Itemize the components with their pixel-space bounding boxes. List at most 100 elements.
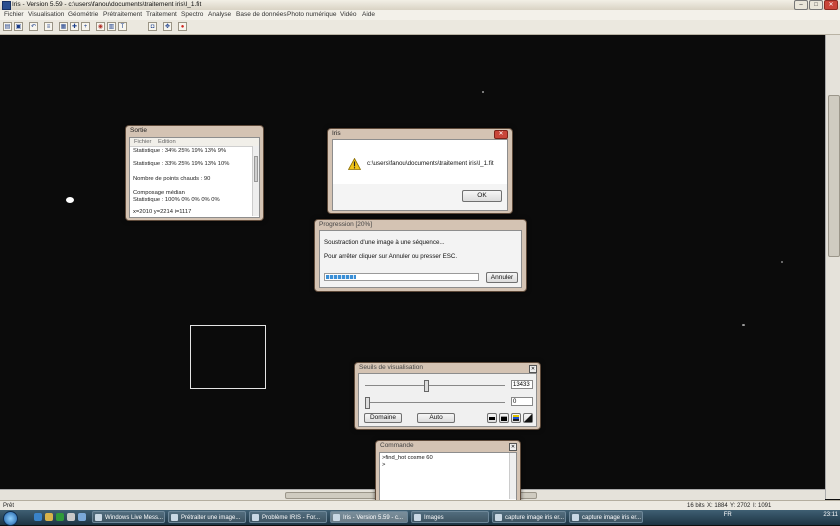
vertical-scroll-thumb[interactable]	[828, 95, 840, 257]
progress-bar	[324, 273, 479, 281]
folder-icon[interactable]	[45, 513, 53, 521]
commande-window: Commande ✕ >find_hot cosme 60 >	[375, 440, 521, 504]
low-slider-track[interactable]	[365, 402, 505, 403]
command-input[interactable]: >find_hot cosme 60 >	[379, 452, 517, 501]
domaine-button[interactable]: Domaine	[364, 413, 402, 423]
progression-message: Soustraction d'une image à une séquence.…	[324, 239, 445, 246]
star-faint	[482, 91, 484, 93]
taskbar-item-capture-1[interactable]: capture image iris er...	[492, 511, 566, 523]
progression-title: Progression [20%]	[319, 221, 373, 228]
star-bright	[66, 197, 74, 203]
progress-fill	[326, 275, 357, 279]
dialog-close-button[interactable]: ✕	[494, 130, 508, 139]
sortie-scrollbar[interactable]	[252, 146, 259, 216]
low-slider-thumb[interactable]	[365, 397, 370, 409]
clock[interactable]: 23:11	[823, 512, 838, 518]
menu-spectro[interactable]: Spectro	[181, 11, 203, 18]
record-icon[interactable]: ●	[178, 22, 187, 31]
text-icon[interactable]: T	[118, 22, 127, 31]
menu-pretraitement[interactable]: Prétraitement	[103, 11, 142, 18]
selection-rectangle[interactable]	[190, 325, 266, 389]
maximize-button[interactable]: □	[809, 0, 823, 10]
palette-icon[interactable]: ◉	[96, 22, 105, 31]
gray-level-icon[interactable]	[499, 413, 509, 423]
status-bits: 16 bits	[687, 503, 705, 509]
ie-icon[interactable]	[34, 513, 42, 521]
star-faint	[781, 261, 783, 263]
sortie-line: x=2010 y=2214 i=1117	[133, 209, 192, 215]
high-slider-thumb[interactable]	[423, 380, 429, 392]
undo-icon[interactable]: ↶	[29, 22, 38, 31]
save-icon[interactable]: ▣	[14, 22, 23, 31]
close-button[interactable]: ✕	[824, 0, 838, 10]
warning-icon	[348, 158, 361, 170]
crosshair-icon[interactable]: ✚	[70, 22, 79, 31]
seuils-close-button[interactable]: ✕	[529, 365, 537, 373]
frame-icon[interactable]: ▥	[107, 22, 116, 31]
taskbar-item-pretraiter[interactable]: Prétraiter une image...	[168, 511, 246, 523]
desktop-icon[interactable]	[78, 513, 86, 521]
sortie-menu-edition[interactable]: Edition	[158, 139, 176, 145]
iris-dialog-title: Iris	[332, 130, 341, 137]
menu-traitement[interactable]: Traitement	[146, 11, 177, 18]
menu-analyse[interactable]: Analyse	[208, 11, 231, 18]
taskbar-item-images[interactable]: Images	[411, 511, 489, 523]
grid-icon[interactable]: ▦	[59, 22, 68, 31]
low-threshold-input[interactable]: 0	[511, 397, 533, 406]
sortie-title: Sortie	[130, 127, 147, 134]
taskbar-item-probleme-iris[interactable]: Problème IRIS - For...	[249, 511, 327, 523]
iris-dialog-message: c:\users\fanou\documents\traitement iris…	[367, 160, 494, 167]
menu-fichier[interactable]: Fichier	[4, 11, 24, 18]
auto-button[interactable]: Auto	[417, 413, 455, 423]
commande-close-button[interactable]: ✕	[509, 443, 517, 451]
progression-instruction: Pour arrêter cliquer sur Annuler ou pres…	[324, 253, 458, 260]
sortie-window: Sortie Fichier Edition Statistique : 34%…	[125, 125, 264, 221]
high-slider-track[interactable]	[365, 385, 505, 386]
language-indicator[interactable]: FR	[724, 512, 732, 518]
command-line: >find_hot cosme 60	[382, 455, 433, 461]
list-icon[interactable]: ≡	[44, 22, 53, 31]
status-x: X: 1884	[707, 503, 728, 509]
sortie-line: Statistique : 100% 0% 0% 0% 0%	[133, 197, 220, 203]
sortie-line: Statistique : 33% 25% 19% 13% 10%	[133, 161, 230, 167]
window-title: Iris - Version 5.59 - c:\users\fanou\doc…	[12, 1, 202, 8]
taskbar-item-iris[interactable]: Iris - Version 5.59 - c...	[330, 511, 408, 523]
status-text: Prêt	[3, 503, 15, 509]
menu-base-de-donnees[interactable]: Base de données	[236, 11, 287, 18]
start-button[interactable]	[3, 511, 18, 526]
menu-aide[interactable]: Aide	[362, 11, 375, 18]
taskbar: Windows Live Mess... Prétraiter une imag…	[0, 510, 840, 526]
vertical-scrollbar[interactable]	[825, 35, 840, 499]
progression-window: Progression [20%] Soustraction d'une ima…	[314, 219, 527, 292]
zoom-in-icon[interactable]: +	[81, 22, 90, 31]
messenger-icon[interactable]	[56, 513, 64, 521]
sortie-client: Fichier Edition Statistique : 34% 25% 19…	[129, 137, 260, 218]
menu-photo-numerique[interactable]: Photo numérique	[287, 11, 337, 18]
high-threshold-input[interactable]: 13433	[511, 380, 533, 389]
camera-icon[interactable]: ◘	[148, 22, 157, 31]
taskbar-item-capture-2[interactable]: capture image iris er...	[569, 511, 643, 523]
sortie-menu-fichier[interactable]: Fichier	[134, 139, 151, 145]
menu-geometrie[interactable]: Géométrie	[68, 11, 98, 18]
media-icon[interactable]	[67, 513, 75, 521]
ok-button[interactable]: OK	[462, 190, 502, 202]
system-tray: FR 23:11	[724, 512, 838, 518]
gradient-icon[interactable]	[523, 413, 533, 423]
sortie-line: Nombre de points chauds : 90	[133, 176, 211, 182]
iris-message-dialog: Iris ✕ c:\users\fanou\documents\traiteme…	[327, 128, 513, 214]
open-icon[interactable]: ▤	[3, 22, 12, 31]
minimize-button[interactable]: –	[794, 0, 808, 10]
iris-app-icon	[2, 1, 11, 10]
commande-scrollbar[interactable]	[509, 453, 516, 499]
black-level-icon[interactable]	[487, 413, 497, 423]
menu-video[interactable]: Vidéo	[340, 11, 357, 18]
move-icon[interactable]: ✥	[163, 22, 172, 31]
menu-visualisation[interactable]: Visualisation	[28, 11, 64, 18]
commande-title: Commande	[380, 442, 414, 449]
sortie-line: Composage médian	[133, 190, 185, 196]
command-prompt: >	[382, 462, 386, 468]
annuler-button[interactable]: Annuler	[486, 272, 518, 283]
taskbar-item-messenger[interactable]: Windows Live Mess...	[92, 511, 165, 523]
color-level-icon[interactable]	[511, 413, 521, 423]
status-y: Y: 2702	[730, 503, 751, 509]
